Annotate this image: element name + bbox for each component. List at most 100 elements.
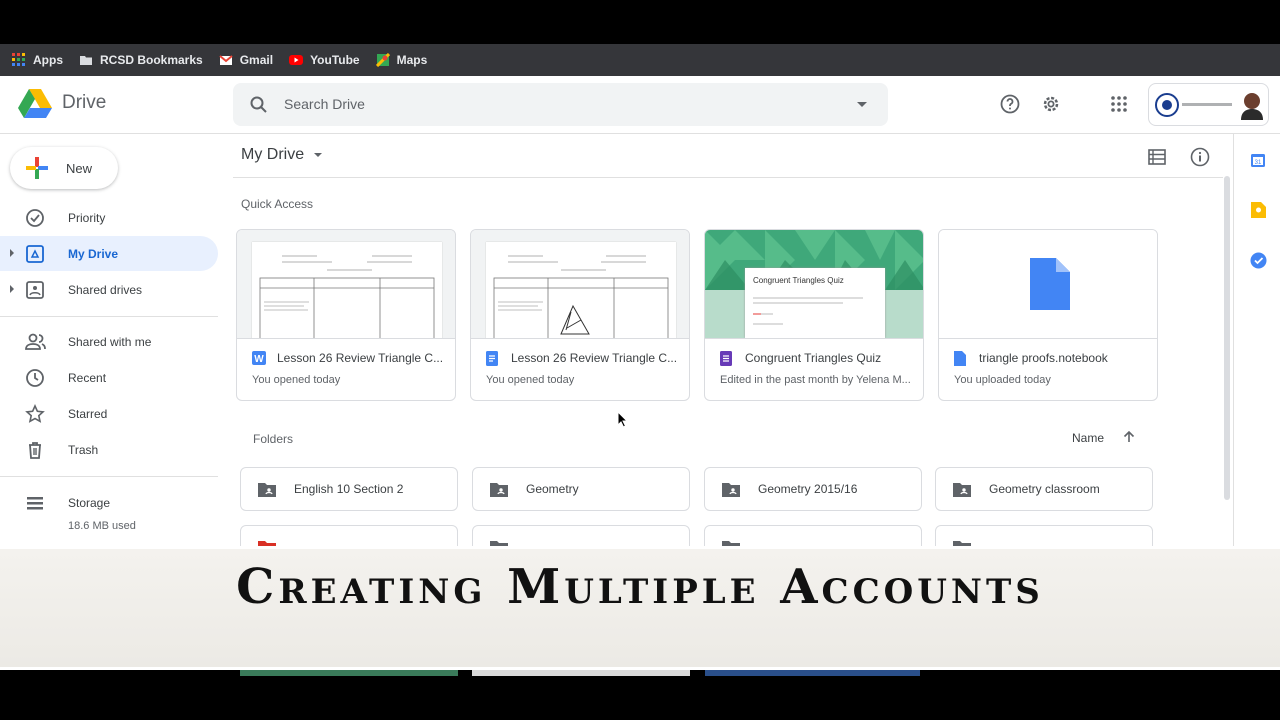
sort-arrow-up-icon[interactable]: [1122, 430, 1136, 444]
folder-name: English 10 Section 2: [294, 482, 404, 496]
quick-access-card[interactable]: triangle proofs.notebook You uploaded to…: [938, 229, 1158, 401]
star-icon: [25, 404, 45, 423]
avatar[interactable]: [1239, 90, 1265, 120]
trash-icon: [29, 442, 41, 459]
maps-icon: [375, 53, 390, 67]
sidebar-item-label: Trash: [68, 442, 99, 457]
folder-item[interactable]: Geometry classroom: [935, 467, 1153, 511]
google-apps-icon[interactable]: [1108, 93, 1130, 115]
bookmark-apps[interactable]: Apps: [12, 53, 63, 67]
file-title: triangle proofs.notebook: [979, 351, 1108, 365]
folder-name: Geometry classroom: [989, 482, 1100, 496]
bookmark-label: RCSD Bookmarks: [100, 53, 203, 67]
folder-item[interactable]: English 10 Section 2: [240, 467, 458, 511]
shared-with-me-icon: [25, 333, 46, 350]
folder-item-partial[interactable]: [935, 525, 1153, 546]
school-seal-icon: [1155, 93, 1179, 117]
my-drive-icon: [26, 245, 44, 263]
search-options-dropdown-icon[interactable]: [857, 102, 867, 107]
sidebar-item-shared-drives[interactable]: Shared drives: [0, 272, 218, 307]
quick-access-card[interactable]: W Lesson 26 Review Triangle C... You ope…: [236, 229, 456, 401]
sidebar-item-label: Storage: [68, 495, 111, 510]
bookmark-gmail[interactable]: Gmail: [219, 53, 273, 67]
bookmarks-bar: Apps RCSD Bookmarks Gmail YouTube Maps: [0, 44, 1280, 76]
tasks-icon[interactable]: [1250, 252, 1267, 269]
file-subtitle: You uploaded today: [954, 374, 1051, 386]
folder-item[interactable]: Geometry 2015/16: [704, 467, 922, 511]
breadcrumb[interactable]: My Drive: [241, 146, 323, 164]
priority-check-icon: [26, 209, 44, 227]
main-content: My Drive Quick Access W Lesson 26 Review…: [233, 134, 1223, 546]
shared-drives-icon: [26, 281, 44, 299]
bookmark-label: Apps: [33, 53, 63, 67]
clock-icon: [26, 369, 44, 387]
svg-text:W: W: [254, 354, 264, 365]
list-view-icon[interactable]: [1147, 148, 1167, 166]
folder-item[interactable]: Geometry: [472, 467, 690, 511]
file-thumbnail: [471, 230, 689, 339]
google-drive-logo-icon: [18, 89, 52, 118]
youtube-icon: [289, 55, 304, 65]
calendar-icon[interactable]: 31: [1250, 152, 1266, 168]
google-forms-icon: [720, 351, 732, 366]
folder-name: Geometry 2015/16: [758, 482, 858, 496]
folder-item-partial[interactable]: [240, 525, 458, 546]
sidebar-item-storage[interactable]: Storage: [0, 485, 218, 520]
info-icon[interactable]: [1189, 146, 1211, 168]
sort-by-name[interactable]: Name: [1072, 431, 1104, 445]
sidebar-item-shared-with-me[interactable]: Shared with me: [0, 324, 218, 359]
quick-access-card[interactable]: Lesson 26 Review Triangle C... You opene…: [470, 229, 690, 401]
shared-folder-icon: [722, 482, 740, 497]
expand-arrow-icon[interactable]: [10, 285, 14, 293]
sidebar-item-trash[interactable]: Trash: [0, 432, 218, 467]
search-input[interactable]: Search Drive: [284, 96, 365, 112]
search-icon[interactable]: [249, 95, 269, 115]
settings-gear-icon[interactable]: [1040, 93, 1062, 115]
storage-used-text: 18.6 MB used: [68, 520, 136, 532]
background-strip: [472, 670, 690, 676]
header-divider: [233, 177, 1223, 178]
bookmark-label: YouTube: [310, 53, 360, 67]
quick-access-card[interactable]: Congruent Triangles Quiz Congruent Trian…: [704, 229, 924, 401]
sidebar-item-label: Shared with me: [68, 334, 152, 349]
folder-icon: [80, 56, 92, 65]
title-banner: Creating Multiple Accounts: [0, 546, 1280, 670]
file-title: Lesson 26 Review Triangle C...: [277, 351, 444, 365]
drive-logo[interactable]: Drive: [18, 88, 106, 118]
sidebar-item-priority[interactable]: Priority: [0, 200, 218, 235]
sidebar-item-label: Recent: [68, 370, 107, 385]
shared-folder-icon: [258, 482, 276, 497]
breadcrumb-label: My Drive: [241, 146, 305, 163]
sidebar-divider: [0, 316, 218, 317]
account-switcher[interactable]: [1148, 83, 1269, 126]
bookmark-label: Maps: [396, 53, 428, 67]
sidebar-item-recent[interactable]: Recent: [0, 360, 218, 395]
file-title: Lesson 26 Review Triangle C...: [511, 351, 678, 365]
file-title: Congruent Triangles Quiz: [745, 351, 882, 365]
mouse-cursor-icon: [617, 411, 629, 428]
help-icon[interactable]: [999, 93, 1021, 115]
gmail-icon: [219, 55, 233, 65]
plus-icon: [26, 157, 48, 179]
sidebar-item-starred[interactable]: Starred: [0, 396, 218, 431]
sidebar-item-my-drive[interactable]: My Drive: [0, 236, 218, 271]
generic-file-large-icon: [1030, 258, 1070, 310]
sidebar-divider: [0, 476, 218, 477]
bookmark-rcsd[interactable]: RCSD Bookmarks: [79, 53, 203, 67]
new-button[interactable]: New: [10, 147, 118, 189]
svg-text:31: 31: [1255, 160, 1262, 166]
folder-item-partial[interactable]: [472, 525, 690, 546]
background-strip: [705, 670, 920, 676]
generic-file-icon: [954, 351, 966, 366]
new-button-label: New: [66, 160, 93, 176]
scrollbar[interactable]: [1224, 176, 1230, 500]
bookmark-youtube[interactable]: YouTube: [289, 53, 360, 67]
search-bar[interactable]: Search Drive: [233, 83, 888, 126]
bookmark-maps[interactable]: Maps: [375, 53, 428, 67]
expand-arrow-icon[interactable]: [10, 249, 14, 257]
forms-preview-title: Congruent Triangles Quiz: [753, 276, 844, 285]
folder-item-partial[interactable]: [704, 525, 922, 546]
keep-icon[interactable]: [1251, 202, 1266, 218]
document-preview: [252, 242, 442, 338]
apps-grid-icon: [12, 53, 25, 66]
